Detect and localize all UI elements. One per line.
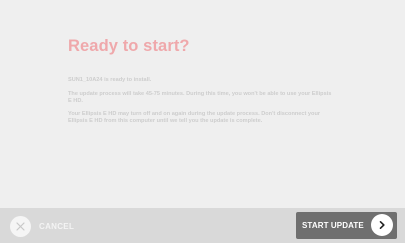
start-update-button[interactable]: START UPDATE [296,212,397,239]
start-update-label: START UPDATE [302,221,364,230]
duration-message: The update process will take 45-75 minut… [68,91,332,104]
cancel-label: CANCEL [39,221,75,231]
ready-message: SUN1_10A24 is ready to install. [68,77,152,83]
dialog-content: Ready to start? SUN1_10A24 is ready to i… [0,0,405,208]
page-title: Ready to start? [68,37,190,55]
close-icon [10,215,31,237]
chevron-right-icon [371,214,393,236]
warning-message: Your Ellipsis E HD may turn off and on a… [68,111,321,124]
footer-bar: CANCEL START UPDATE [0,208,405,243]
cancel-button[interactable]: CANCEL [10,215,74,237]
